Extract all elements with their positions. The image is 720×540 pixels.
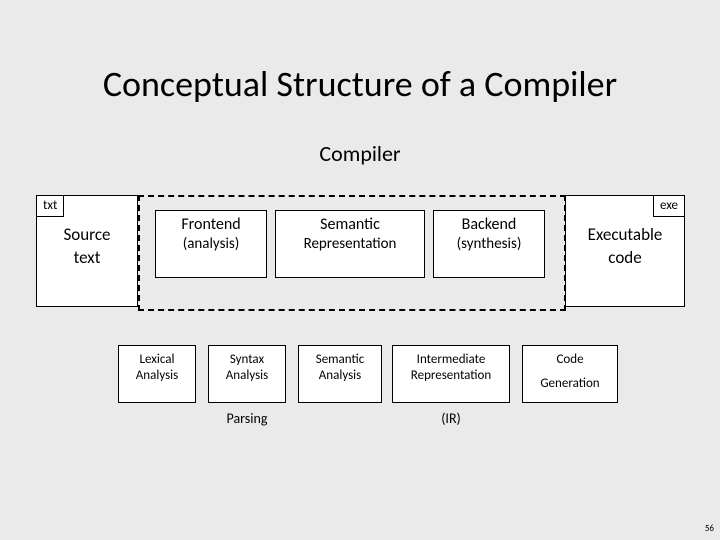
stage-backend: Backend (synthesis) [433, 210, 545, 278]
source-tag: txt [36, 195, 64, 217]
exec-tag: exe [653, 195, 685, 217]
source-line1: Source [63, 224, 110, 245]
source-box: txt Source text [36, 195, 138, 307]
exec-line1: Executable [588, 224, 663, 245]
stage-frontend: Frontend (analysis) [155, 210, 267, 278]
parsing-label: Parsing [208, 410, 286, 427]
stage-semantic-title: Semantic [276, 215, 424, 235]
detail-codegen-l1: Code [523, 352, 617, 368]
compiler-label: Compiler [0, 140, 720, 167]
detail-ir: Intermediate Representation [392, 345, 510, 403]
detail-lexical: Lexical Analysis [118, 345, 196, 403]
stage-frontend-title: Frontend [156, 215, 266, 235]
exec-box: exe Executable code [565, 195, 685, 307]
detail-ir-l1: Intermediate [393, 352, 509, 368]
detail-semanal-l1: Semantic [299, 352, 381, 368]
page-number: 56 [705, 523, 714, 534]
stage-backend-sub: (synthesis) [434, 235, 544, 254]
detail-syntax-l1: Syntax [209, 352, 285, 368]
slide-title: Conceptual Structure of a Compiler [0, 62, 720, 106]
source-line2: text [74, 247, 101, 268]
detail-semanal-l2: Analysis [299, 368, 381, 384]
detail-semantic-analysis: Semantic Analysis [298, 345, 382, 403]
detail-lexical-l2: Analysis [119, 368, 195, 384]
slide: Conceptual Structure of a Compiler Compi… [0, 0, 720, 540]
stage-frontend-sub: (analysis) [156, 235, 266, 254]
detail-lexical-l1: Lexical [119, 352, 195, 368]
detail-syntax-l2: Analysis [209, 368, 285, 384]
detail-codegen: Code Generation [522, 345, 618, 403]
stage-semantic: Semantic Representation [275, 210, 425, 278]
ir-label: (IR) [392, 410, 510, 427]
stage-backend-title: Backend [434, 215, 544, 235]
detail-codegen-l2: Generation [523, 376, 617, 392]
detail-syntax: Syntax Analysis [208, 345, 286, 403]
detail-ir-l2: Representation [393, 368, 509, 384]
exec-line2: code [608, 247, 641, 268]
stage-semantic-sub: Representation [276, 235, 424, 254]
